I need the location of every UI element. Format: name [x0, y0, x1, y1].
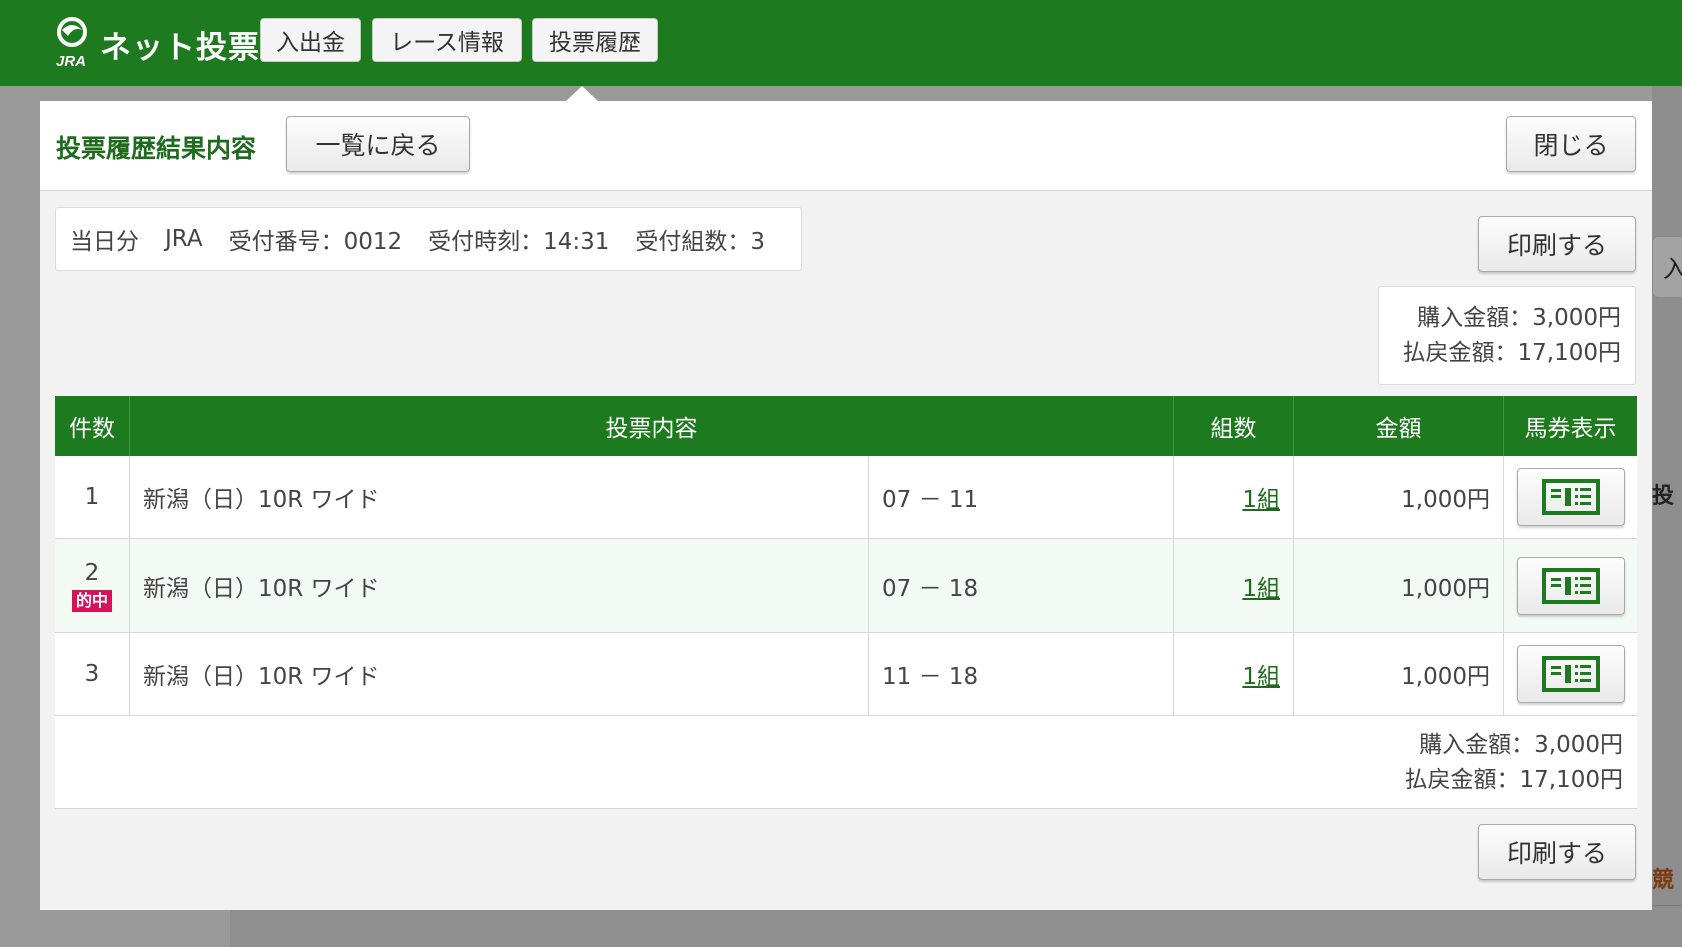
- receipt-day: 当日分: [70, 229, 139, 255]
- ticket-view-button[interactable]: [1516, 645, 1625, 703]
- nav-vote-history-button[interactable]: 投票履歴: [532, 18, 658, 62]
- ticket-icon: [1541, 656, 1600, 692]
- background-page-bottom: [230, 905, 1682, 947]
- table-row: 3 新潟（日）10R ワイド 11 － 18 1組 1,000円: [55, 633, 1637, 716]
- print-button-bottom[interactable]: 印刷する: [1478, 824, 1636, 880]
- row-number: 2 的中: [55, 539, 130, 632]
- sets-link[interactable]: 1組: [1242, 480, 1280, 514]
- receipt-number: 受付番号：0012: [228, 229, 403, 255]
- dialog-header: 投票履歴結果内容 一覧に戻る 閉じる: [40, 101, 1652, 191]
- nav-race-info-button[interactable]: レース情報: [372, 18, 522, 62]
- background-text-fragment: 投: [1652, 484, 1675, 509]
- table-row: 1 新潟（日）10R ワイド 07 － 11 1組 1,000円: [55, 456, 1637, 539]
- row-number-text: 1: [84, 484, 100, 510]
- vote-history-result-dialog: 投票履歴結果内容 一覧に戻る 閉じる 当日分 JRA 受付番号：0012 受付時…: [40, 101, 1652, 910]
- race-info: 新潟（日）10R ワイド: [130, 633, 869, 715]
- horse-combination: 11 － 18: [869, 633, 1174, 715]
- receipt-count: 受付組数：3: [635, 229, 766, 255]
- table-footer-totals: 購入金額：3,000円 払戻金額：17,100円: [55, 716, 1637, 809]
- col-header-content: 投票内容: [130, 396, 1174, 456]
- sets-cell: 1組: [1174, 456, 1294, 538]
- col-header-count: 件数: [55, 396, 130, 456]
- top-navigation-bar: JRA ネット投票 入出金 レース情報 投票履歴: [0, 0, 1682, 86]
- dialog-pointer: [566, 86, 598, 101]
- sets-link[interactable]: 1組: [1242, 569, 1280, 603]
- sets-cell: 1組: [1174, 539, 1294, 632]
- row-number-text: 2: [84, 559, 100, 586]
- logo-text: ネット投票: [100, 30, 260, 66]
- jra-logo[interactable]: JRA ネット投票: [54, 14, 259, 70]
- ticket-icon: [1541, 567, 1600, 604]
- purchase-amount: 購入金額：3,000円: [1417, 305, 1621, 331]
- row-number: 1: [55, 456, 130, 538]
- row-number-text: 3: [84, 661, 100, 687]
- ticket-cell: [1504, 456, 1637, 538]
- ticket-view-button[interactable]: [1516, 468, 1625, 526]
- footer-payout-amount: 払戻金額：17,100円: [1404, 767, 1623, 793]
- close-button[interactable]: 閉じる: [1506, 116, 1636, 172]
- race-info: 新潟（日）10R ワイド: [130, 456, 869, 538]
- row-number: 3: [55, 633, 130, 715]
- horse-combination: 07 － 18: [869, 539, 1174, 632]
- footer-purchase-amount: 購入金額：3,000円: [1419, 732, 1623, 758]
- print-button-top[interactable]: 印刷する: [1478, 216, 1636, 272]
- amount-cell: 1,000円: [1294, 456, 1504, 538]
- race-info: 新潟（日）10R ワイド: [130, 539, 869, 632]
- amount-cell: 1,000円: [1294, 633, 1504, 715]
- ticket-cell: [1504, 539, 1637, 632]
- ticket-view-button[interactable]: [1516, 556, 1625, 615]
- receipt-org: JRA: [165, 226, 203, 252]
- amount-cell: 1,000円: [1294, 539, 1504, 632]
- dialog-body: 当日分 JRA 受付番号：0012 受付時刻：14:31 受付組数：3 印刷する…: [40, 191, 1652, 910]
- horse-combination: 07 － 11: [869, 456, 1174, 538]
- background-text-fragment: 競: [1652, 868, 1675, 893]
- logo-sub-text: JRA: [56, 53, 86, 68]
- nav-deposit-button[interactable]: 入出金: [260, 18, 361, 62]
- table-row: 2 的中 新潟（日）10R ワイド 07 － 18 1組 1,000円: [55, 539, 1637, 633]
- background-card: 入: [1652, 236, 1682, 298]
- col-header-ticket: 馬券表示: [1524, 416, 1617, 442]
- receipt-info: 当日分 JRA 受付番号：0012 受付時刻：14:31 受付組数：3: [55, 207, 802, 271]
- sets-cell: 1組: [1174, 633, 1294, 715]
- receipt-time: 受付時刻：14:31: [428, 229, 610, 255]
- payout-amount: 払戻金額：17,100円: [1402, 340, 1621, 366]
- background-page-right: [1652, 86, 1682, 946]
- col-header-sets: 組数: [1174, 396, 1294, 456]
- ticket-cell: [1504, 633, 1637, 715]
- hit-badge: 的中: [71, 589, 112, 612]
- back-to-list-button[interactable]: 一覧に戻る: [286, 116, 470, 172]
- dialog-title: 投票履歴結果内容: [56, 134, 257, 163]
- col-header-amount: 金額: [1294, 396, 1504, 456]
- sets-link[interactable]: 1組: [1242, 657, 1280, 691]
- table-header: 件数 投票内容 組数 金額 馬券表示: [55, 396, 1637, 456]
- amount-summary-top: 購入金額：3,000円 払戻金額：17,100円: [1378, 286, 1636, 385]
- ticket-icon: [1541, 479, 1600, 515]
- jra-logo-icon: JRA: [56, 17, 87, 68]
